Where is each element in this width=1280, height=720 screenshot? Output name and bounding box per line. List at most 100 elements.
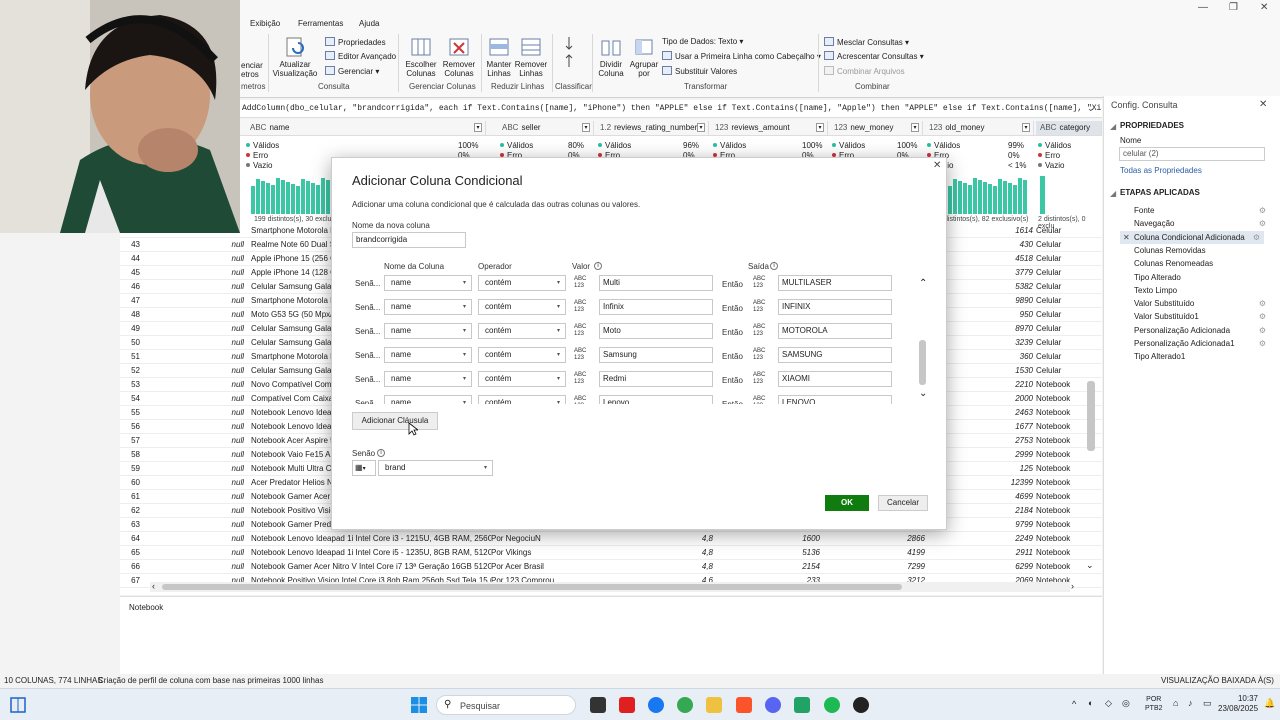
- category-cell[interactable]: Notebook: [1036, 518, 1086, 532]
- category-cell[interactable]: Notebook: [1036, 476, 1086, 490]
- applied-step[interactable]: ✕ Coluna Condicional Adicionada ⚙: [1120, 230, 1264, 244]
- horizontal-scroll-thumb[interactable]: [162, 584, 902, 590]
- applied-step[interactable]: Colunas Renomeadas: [1134, 257, 1274, 270]
- clause-output-input[interactable]: LENOVO: [778, 395, 892, 404]
- clause-operator-select[interactable]: contém ▾: [478, 299, 566, 315]
- category-cell[interactable]: Notebook: [1036, 392, 1086, 406]
- dialog-close-icon[interactable]: ✕: [933, 160, 941, 171]
- category-cell[interactable]: Notebook: [1036, 448, 1086, 462]
- column-type-icon[interactable]: ABC: [250, 123, 266, 132]
- category-cell[interactable]: Notebook: [1036, 532, 1086, 546]
- else-value-select[interactable]: brand ▾: [378, 460, 493, 476]
- clauses-scrollbar[interactable]: [919, 340, 926, 385]
- category-cell[interactable]: Celular: [1036, 294, 1086, 308]
- notification-icon[interactable]: 🔔: [1264, 698, 1275, 709]
- clause-output-type-button[interactable]: ABC 123: [751, 371, 775, 387]
- clause-value-input[interactable]: Multi: [599, 275, 713, 291]
- category-cell[interactable]: Celular: [1036, 336, 1086, 350]
- column-type-icon[interactable]: ABC: [502, 123, 518, 132]
- minimize-icon[interactable]: —: [1198, 2, 1208, 13]
- rating-cell[interactable]: 4,8: [598, 532, 713, 546]
- table-row[interactable]: 64 null Notebook Lenovo Ideapad 1i Intel C…: [120, 532, 1102, 546]
- category-cell[interactable]: Notebook: [1036, 504, 1086, 518]
- youtube-icon[interactable]: [619, 697, 635, 713]
- facebook-icon[interactable]: [648, 697, 664, 713]
- restore-icon[interactable]: ❐: [1229, 2, 1238, 13]
- ribbon-partial-1[interactable]: enciar: [241, 61, 263, 70]
- keyboard-language[interactable]: POR PTB2: [1145, 695, 1163, 713]
- category-cell[interactable]: Notebook: [1036, 434, 1086, 448]
- chrome-icon[interactable]: [677, 697, 693, 713]
- task-view-icon[interactable]: [590, 697, 606, 713]
- gear-icon[interactable]: ⚙: [1259, 310, 1266, 323]
- column-header-reviews-amount[interactable]: 123 reviews_amount ▾: [711, 121, 828, 135]
- applied-step[interactable]: Personalização Adicionada1 ⚙: [1134, 337, 1274, 350]
- volume-icon[interactable]: ♪: [1188, 698, 1193, 708]
- table-row[interactable]: 66 null Notebook Gamer Acer Nitro V Intel …: [120, 560, 1102, 574]
- manter-linhas-button[interactable]: Manter Linhas: [484, 36, 514, 78]
- gear-icon[interactable]: ⚙: [1259, 324, 1266, 337]
- vertical-scrollbar[interactable]: [1087, 381, 1095, 451]
- widgets-icon[interactable]: [10, 697, 26, 713]
- gear-icon[interactable]: ⚙: [1259, 297, 1266, 310]
- clause-value-input[interactable]: Samsung: [599, 347, 713, 363]
- tray-app-icon-1[interactable]: ◐: [1088, 698, 1093, 708]
- amount-cell[interactable]: 1600: [712, 532, 820, 546]
- clause-value-input[interactable]: Infinix: [599, 299, 713, 315]
- filter-dropdown-icon[interactable]: ▾: [697, 123, 705, 132]
- column-type-icon[interactable]: 123: [715, 123, 728, 132]
- clause-output-type-button[interactable]: ABC 123: [751, 323, 775, 339]
- amount-cell[interactable]: 5136: [712, 546, 820, 560]
- menu-ferramentas[interactable]: Ferramentas: [298, 19, 343, 28]
- gear-icon[interactable]: ⚙: [1253, 231, 1260, 244]
- filter-dropdown-icon[interactable]: ▾: [911, 123, 919, 132]
- old-money-cell[interactable]: 2249: [925, 532, 1033, 546]
- clauses-scroll-down-icon[interactable]: ⌄: [919, 388, 927, 399]
- applied-step[interactable]: Valor Substituído ⚙: [1134, 297, 1274, 310]
- agrupar-por-button[interactable]: Agrupar por: [628, 36, 660, 78]
- clause-output-input[interactable]: MOTOROLA: [778, 323, 892, 339]
- propriedades-button[interactable]: Propriedades: [325, 37, 386, 47]
- delete-step-icon[interactable]: ✕: [1123, 231, 1130, 244]
- clause-column-select[interactable]: name ▾: [384, 299, 472, 315]
- category-cell[interactable]: Notebook: [1036, 490, 1086, 504]
- filter-dropdown-icon[interactable]: ▾: [1022, 123, 1030, 132]
- column-type-icon[interactable]: ABC: [1040, 123, 1056, 132]
- clause-value-type-button[interactable]: ABC 123: [572, 275, 596, 291]
- formula-bar[interactable]: AddColumn(dbo_celular, "brandcorrigida",…: [240, 100, 1102, 118]
- applied-step[interactable]: Tipo Alterado: [1134, 271, 1274, 284]
- clause-column-select[interactable]: name ▾: [384, 275, 472, 291]
- remover-linhas-button[interactable]: Remover Linhas: [514, 36, 548, 78]
- power-bi-icon[interactable]: [794, 697, 810, 713]
- horizontal-scrollbar[interactable]: [150, 582, 1070, 592]
- category-cell[interactable]: Notebook: [1036, 378, 1086, 392]
- category-cell[interactable]: Celular: [1036, 350, 1086, 364]
- output-info-icon[interactable]: i: [770, 262, 778, 270]
- clause-column-select[interactable]: name ▾: [384, 347, 472, 363]
- combinar-arquivos-button[interactable]: Combinar Arquivos: [824, 66, 905, 76]
- new-money-cell[interactable]: 4199: [820, 546, 925, 560]
- clause-operator-select[interactable]: contém ▾: [478, 395, 566, 404]
- close-panel-icon[interactable]: ✕: [1259, 99, 1267, 110]
- category-cell[interactable]: Celular: [1036, 322, 1086, 336]
- gear-icon[interactable]: ⚙: [1259, 204, 1266, 217]
- column-header-category[interactable]: ABC category: [1036, 121, 1102, 135]
- name-histogram[interactable]: [251, 176, 331, 214]
- applied-step[interactable]: Fonte ⚙: [1134, 204, 1274, 217]
- seller-cell[interactable]: Por Acer Brasil: [491, 560, 587, 574]
- ok-button[interactable]: OK: [825, 495, 869, 511]
- scroll-down-icon[interactable]: ⌄: [1086, 560, 1094, 571]
- spotify-icon[interactable]: [824, 697, 840, 713]
- category-cell[interactable]: Notebook: [1036, 546, 1086, 560]
- rating-cell[interactable]: 4,8: [598, 546, 713, 560]
- clause-value-type-button[interactable]: ABC 123: [572, 299, 596, 315]
- windows-start-icon[interactable]: [411, 697, 427, 713]
- clause-operator-select[interactable]: contém ▾: [478, 323, 566, 339]
- clause-output-type-button[interactable]: ABC 123: [751, 299, 775, 315]
- collapse-steps-icon[interactable]: ◢: [1110, 189, 1116, 198]
- clause-output-type-button[interactable]: ABC 123: [751, 275, 775, 291]
- old-money-cell[interactable]: 2911: [925, 546, 1033, 560]
- clause-value-type-button[interactable]: ABC 123: [572, 395, 596, 404]
- file-explorer-icon[interactable]: [706, 697, 722, 713]
- new-money-cell[interactable]: 7299: [820, 560, 925, 574]
